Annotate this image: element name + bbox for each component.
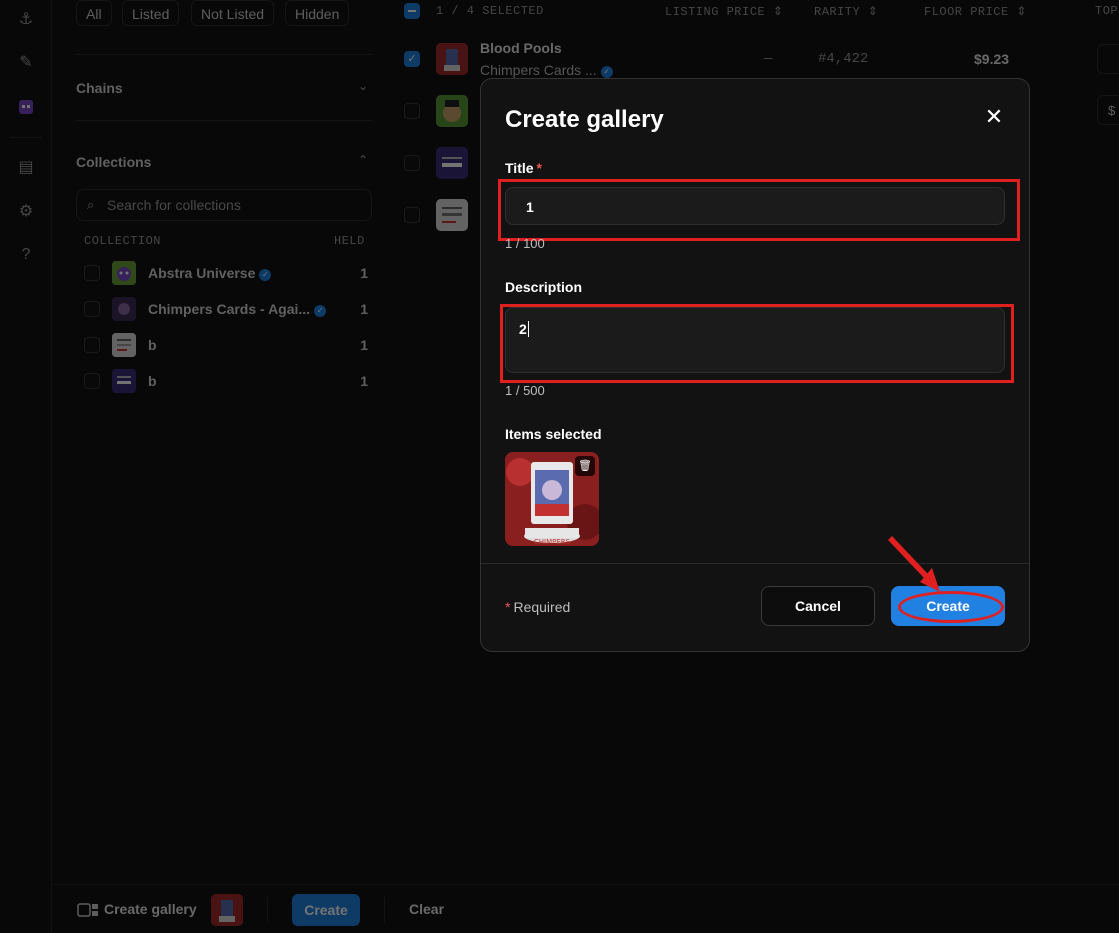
left-rail: ⚓ ✎ ▤ ⚙ ? xyxy=(0,0,52,933)
trash-icon[interactable]: 🗑 xyxy=(575,456,595,476)
held-column-header: HELD xyxy=(334,234,365,248)
bar-divider xyxy=(267,897,268,923)
collection-thumbnail xyxy=(112,297,136,321)
collection-name: Chimpers Cards - Agai... ✓ xyxy=(148,301,327,317)
chains-title: Chains xyxy=(76,80,123,96)
collection-search-input[interactable] xyxy=(107,190,367,220)
collection-name: b xyxy=(148,337,157,353)
svg-text:CHIMPERS: CHIMPERS xyxy=(534,538,571,546)
nft-thumbnail xyxy=(436,95,468,127)
floor-price-header[interactable]: FLOOR PRICE ⇕ xyxy=(924,4,1027,19)
row-checkbox[interactable] xyxy=(404,103,420,119)
cancel-button[interactable]: Cancel xyxy=(761,586,875,626)
bottom-action-bar: Create gallery Create Clear xyxy=(52,884,1119,933)
row-checkbox[interactable]: ✓ xyxy=(404,51,420,67)
avatar-icon[interactable] xyxy=(16,97,36,117)
row-action-button[interactable] xyxy=(1097,44,1119,74)
collection-checkbox[interactable] xyxy=(84,265,100,281)
sort-icon: ⇕ xyxy=(772,5,784,19)
items-selected-label: Items selected xyxy=(505,426,602,442)
sort-icon: ⇕ xyxy=(1016,5,1027,19)
collection-search: ⌕ xyxy=(76,189,372,221)
collection-checkbox[interactable] xyxy=(84,373,100,389)
verified-badge-icon: ✓ xyxy=(314,305,327,317)
title-highlight-box xyxy=(498,179,1020,241)
nft-thumbnail xyxy=(436,43,468,75)
filter-panel: All Listed Not Listed Hidden Chains ⌄ Co… xyxy=(52,0,388,884)
search-icon: ⌕ xyxy=(87,197,95,212)
description-highlight-box xyxy=(500,304,1014,383)
collection-thumbnail xyxy=(112,333,136,357)
collections-section[interactable]: Collections ⌃ xyxy=(76,120,372,186)
sort-icon: ⇕ xyxy=(867,5,879,19)
collection-row[interactable]: b 1 xyxy=(84,332,368,358)
collection-row[interactable]: Chimpers Cards - Agai... ✓ 1 xyxy=(84,296,368,322)
anchor-icon[interactable]: ⚓ xyxy=(16,10,36,30)
collection-held: 1 xyxy=(360,373,368,389)
bar-create-button[interactable]: Create xyxy=(292,894,360,926)
rarity-header[interactable]: RARITY ⇕ xyxy=(814,4,878,19)
document-icon[interactable]: ▤ xyxy=(16,158,36,178)
help-icon[interactable]: ? xyxy=(16,245,36,265)
chains-section[interactable]: Chains ⌄ xyxy=(76,54,372,120)
filter-pill-all[interactable]: All xyxy=(76,0,112,26)
collection-column-header: COLLECTION xyxy=(84,234,162,248)
description-label: Description xyxy=(505,279,583,295)
bar-divider xyxy=(384,897,385,923)
required-star: * xyxy=(536,160,542,176)
collections-title: Collections xyxy=(76,154,152,170)
collection-name: Abstra Universe ✓ xyxy=(148,265,272,281)
row-checkbox[interactable] xyxy=(404,207,420,223)
filter-pill-not-listed[interactable]: Not Listed xyxy=(191,0,275,26)
nft-thumbnail xyxy=(436,147,468,179)
filter-pill-hidden[interactable]: Hidden xyxy=(285,0,350,26)
listing-price-cell: — xyxy=(764,51,773,67)
verified-badge-icon: ✓ xyxy=(600,66,613,78)
annotation-arrow xyxy=(888,536,940,592)
rail-divider xyxy=(10,137,42,138)
required-note: * Required xyxy=(505,599,571,615)
nft-name[interactable]: Blood Pools xyxy=(480,40,562,56)
chevron-up-icon: ⌃ xyxy=(357,153,368,167)
collection-row[interactable]: b 1 xyxy=(84,368,368,394)
modal-title: Create gallery xyxy=(505,106,664,133)
pen-icon[interactable]: ✎ xyxy=(16,53,36,73)
collection-checkbox[interactable] xyxy=(84,301,100,317)
filter-pill-listed[interactable]: Listed xyxy=(122,0,180,26)
close-icon[interactable]: ✕ xyxy=(980,103,1008,131)
selected-item-thumbnail xyxy=(211,894,243,926)
title-label: Title * xyxy=(505,160,542,176)
collection-name: b xyxy=(148,373,157,389)
nft-collection: Chimpers Cards ... ✓ xyxy=(480,62,613,78)
selection-count: 1 / 4 SELECTED xyxy=(436,4,544,18)
description-counter: 1 / 500 xyxy=(505,383,545,398)
top-header[interactable]: TOP xyxy=(1095,4,1118,18)
collection-held: 1 xyxy=(360,265,368,281)
nft-thumbnail xyxy=(436,199,468,231)
gear-icon[interactable]: ⚙ xyxy=(16,202,36,222)
title-counter: 1 / 100 xyxy=(505,236,545,251)
collection-row[interactable]: Abstra Universe ✓ 1 xyxy=(84,260,368,286)
gallery-icon xyxy=(77,903,99,917)
row-checkbox[interactable] xyxy=(404,155,420,171)
collection-checkbox[interactable] xyxy=(84,337,100,353)
selected-item-image: CHIMPERS 🗑 xyxy=(505,452,599,546)
floor-price-cell: $9.23 xyxy=(974,51,1010,67)
select-all-checkbox[interactable] xyxy=(404,3,420,19)
collection-held: 1 xyxy=(360,301,368,317)
create-gallery-label[interactable]: Create gallery xyxy=(104,901,197,917)
chevron-down-icon: ⌄ xyxy=(357,79,368,93)
verified-badge-icon: ✓ xyxy=(259,269,272,281)
collection-held: 1 xyxy=(360,337,368,353)
rarity-cell: #4,422 xyxy=(818,51,869,67)
row-action-button[interactable]: $ xyxy=(1097,95,1119,125)
listing-price-header[interactable]: LISTING PRICE ⇕ xyxy=(665,4,783,19)
bar-clear-button[interactable]: Clear xyxy=(409,901,444,917)
collection-thumbnail xyxy=(112,261,136,285)
collection-thumbnail xyxy=(112,369,136,393)
